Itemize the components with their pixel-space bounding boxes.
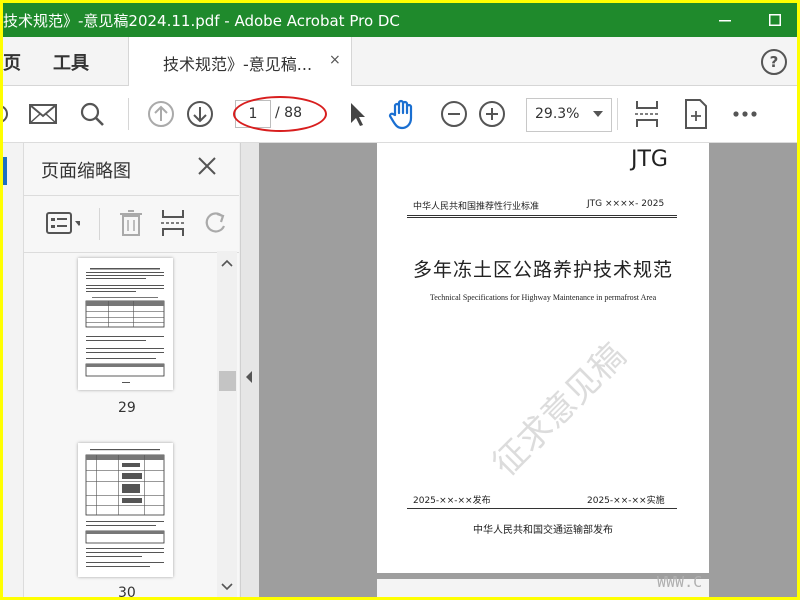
- fit-page-icon[interactable]: [631, 98, 663, 130]
- search-icon[interactable]: [76, 98, 108, 130]
- maximize-button[interactable]: [755, 3, 795, 37]
- issuing-authority: 中华人民共和国交通运输部发布: [473, 525, 613, 536]
- thumbnail-content: [85, 268, 165, 383]
- panel-title: 页面缩略图: [41, 161, 131, 182]
- collapse-left-icon: [246, 371, 252, 383]
- document-subtitle: Technical Specifications for Highway Mai…: [429, 293, 657, 302]
- next-page-icon[interactable]: [184, 98, 216, 130]
- tab-bar: 页 工具 技术规范》-意见稿... × ?: [3, 37, 797, 86]
- insert-page-icon[interactable]: [156, 206, 190, 240]
- header-rule: [407, 215, 677, 216]
- panel-toolbar: [24, 195, 239, 253]
- options-menu-icon[interactable]: [46, 206, 80, 240]
- toolbar: 1 / 88 29.3%: [3, 86, 797, 143]
- previous-page-icon[interactable]: [145, 98, 177, 130]
- footer-rule: [407, 508, 677, 509]
- close-tab-icon[interactable]: ×: [329, 52, 341, 68]
- window-title: 技术规范》-意见稿2024.11.pdf - Adobe Acrobat Pro…: [3, 12, 400, 30]
- select-cursor-icon[interactable]: [341, 98, 373, 130]
- delete-icon[interactable]: [114, 206, 148, 240]
- issue-date: 2025-××-××发布: [413, 496, 491, 506]
- document-page: JTG 中华人民共和国推荐性行业标准 JTG ××××- 2025 多年冻土区公…: [377, 143, 709, 573]
- panel-collapse-handle[interactable]: [240, 143, 259, 597]
- chevron-down-icon[interactable]: [221, 583, 233, 591]
- toolbar-separator: [128, 98, 129, 130]
- help-icon[interactable]: ?: [761, 49, 787, 75]
- minimize-button[interactable]: [705, 3, 745, 37]
- zoom-in-icon[interactable]: [476, 98, 508, 130]
- draft-watermark: 征求意见稿: [485, 335, 634, 485]
- page-thumbnail[interactable]: [78, 443, 173, 577]
- document-view[interactable]: JTG 中华人民共和国推荐性行业标准 JTG ××××- 2025 多年冻土区公…: [259, 143, 797, 597]
- chevron-up-icon[interactable]: [221, 259, 233, 267]
- maximize-icon: [769, 14, 781, 26]
- rotate-page-icon[interactable]: [198, 206, 232, 240]
- more-tools-icon[interactable]: [729, 98, 761, 130]
- tab-home[interactable]: 页: [3, 49, 21, 75]
- thumbnail-label: 30: [118, 585, 136, 597]
- document-tab-label: 技术规范》-意见稿...: [163, 55, 313, 74]
- effective-date: 2025-××-××实施: [587, 496, 665, 506]
- title-bar: 技术规范》-意见稿2024.11.pdf - Adobe Acrobat Pro…: [3, 3, 797, 37]
- standard-code: JTG: [631, 147, 668, 172]
- minimize-icon: [719, 20, 731, 22]
- scrollbar-thumb[interactable]: [219, 371, 236, 391]
- thumbnail-scrollbar[interactable]: [217, 251, 237, 597]
- close-icon[interactable]: [196, 155, 218, 181]
- chevron-down-icon: [593, 111, 603, 117]
- page-thumbnail[interactable]: [78, 258, 173, 390]
- hand-tool-icon[interactable]: [387, 98, 419, 130]
- save-icon[interactable]: [3, 98, 21, 130]
- zoom-select[interactable]: 29.3%: [526, 98, 612, 132]
- site-watermark: WWW.C: [657, 573, 703, 591]
- thumbnail-content: [85, 449, 165, 567]
- zoom-value: 29.3%: [535, 106, 580, 122]
- thumbnail-panel: 页面缩略图 29 30: [24, 143, 239, 597]
- standard-number: JTG ××××- 2025: [587, 199, 665, 209]
- thumbnail-label: 29: [118, 400, 136, 416]
- rotate-view-icon[interactable]: [680, 98, 712, 130]
- toolbar-separator: [617, 98, 618, 130]
- highlight-annotation: [233, 96, 327, 132]
- panel-separator: [99, 208, 100, 240]
- zoom-out-icon[interactable]: [438, 98, 470, 130]
- tab-document[interactable]: 技术规范》-意见稿... ×: [128, 37, 352, 86]
- header-rule: [407, 217, 677, 218]
- email-icon[interactable]: [27, 98, 59, 130]
- app-window: 技术规范》-意见稿2024.11.pdf - Adobe Acrobat Pro…: [3, 3, 797, 597]
- left-rail: [3, 143, 24, 597]
- document-title: 多年冻土区公路养护技术规范: [412, 259, 673, 281]
- tab-tools[interactable]: 工具: [53, 49, 89, 75]
- standard-category: 中华人民共和国推荐性行业标准: [413, 202, 540, 212]
- rail-active-indicator: [3, 157, 7, 185]
